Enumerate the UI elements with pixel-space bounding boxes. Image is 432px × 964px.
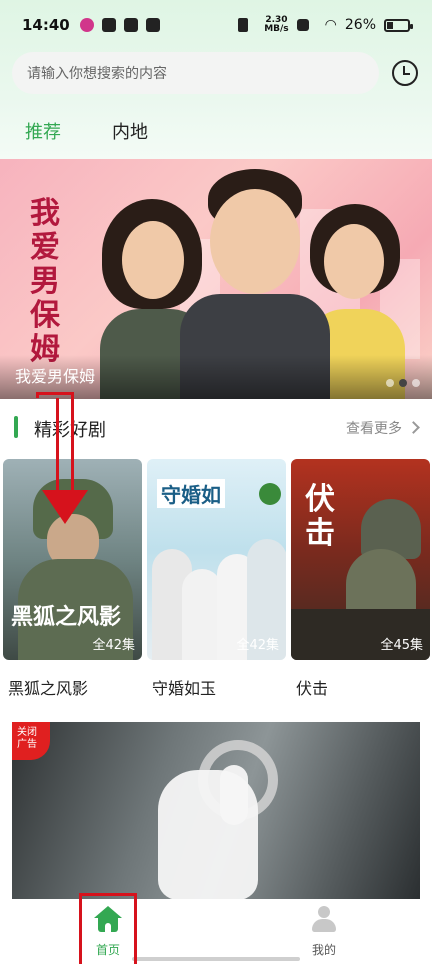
carousel-dots: [386, 379, 420, 387]
status-bar: 14:40 2.30 MB/s ◠ 26%: [0, 0, 432, 50]
episode-count: 全45集: [380, 638, 423, 653]
poster-title: 黑狐之风影: [11, 604, 122, 630]
carousel-dot-active: [399, 379, 407, 387]
tap-hint-hand-icon: [158, 770, 258, 900]
gesture-bar: [132, 957, 300, 961]
network-speed: 2.30 MB/s: [264, 16, 288, 34]
history-icon[interactable]: [392, 60, 418, 86]
search-input[interactable]: 请输入你想搜索的内容: [12, 52, 379, 94]
poster-emblem: [259, 483, 281, 505]
drama-title[interactable]: 黑狐之风影: [8, 675, 88, 699]
drama-card[interactable]: 伏击 全45集: [291, 459, 430, 660]
drama-title[interactable]: 伏击: [296, 675, 328, 699]
carousel-dot: [386, 379, 394, 387]
poster-title: 伏击: [305, 482, 335, 551]
network-speed-unit: MB/s: [264, 24, 289, 34]
chevron-right-icon[interactable]: [407, 421, 420, 434]
notification-app-icon: [123, 18, 138, 32]
battery-level: 26%: [344, 17, 376, 33]
episode-count: 全42集: [236, 638, 279, 653]
close-ad-button[interactable]: 关闭 广告: [12, 722, 50, 760]
annotation-arrow-head: [42, 490, 88, 524]
sim-icon: [296, 19, 309, 31]
nav-mine-label[interactable]: 我的: [312, 941, 336, 958]
battery-icon: [384, 18, 413, 32]
annotation-box-home: [79, 893, 137, 964]
poster-figure: [182, 569, 222, 660]
notification-app-icon: [101, 18, 116, 32]
carousel-dot: [412, 379, 420, 387]
search-placeholder: 请输入你想搜索的内容: [27, 66, 167, 82]
episode-count: 全42集: [92, 638, 135, 653]
bottom-nav: [0, 899, 432, 964]
vibrate-icon: [238, 18, 249, 32]
tab-recommend[interactable]: 推荐: [25, 118, 61, 144]
status-time: 14:40: [22, 16, 70, 34]
banner-caption: 我爱男保姆: [15, 367, 96, 386]
view-more-link[interactable]: 查看更多: [346, 418, 402, 438]
section-accent-bar: [14, 416, 18, 438]
banner-carousel[interactable]: 我爱男保姆 我爱男保姆: [0, 159, 432, 399]
tiktok-icon: [145, 18, 160, 32]
drama-title[interactable]: 守婚如玉: [152, 675, 216, 699]
notification-app-icon: [79, 18, 94, 32]
poster-title: 守婚如: [157, 479, 225, 508]
drama-card[interactable]: 守婚如 全42集: [147, 459, 286, 660]
user-icon[interactable]: [311, 906, 337, 932]
annotation-arrow: [56, 398, 74, 498]
wifi-icon: ◠: [324, 17, 337, 33]
banner-poster-title: 我爱男保姆: [30, 196, 60, 367]
tab-mainland[interactable]: 内地: [112, 118, 148, 144]
ad-label: 广告: [17, 739, 37, 750]
close-ad-label: 关闭: [17, 727, 37, 738]
